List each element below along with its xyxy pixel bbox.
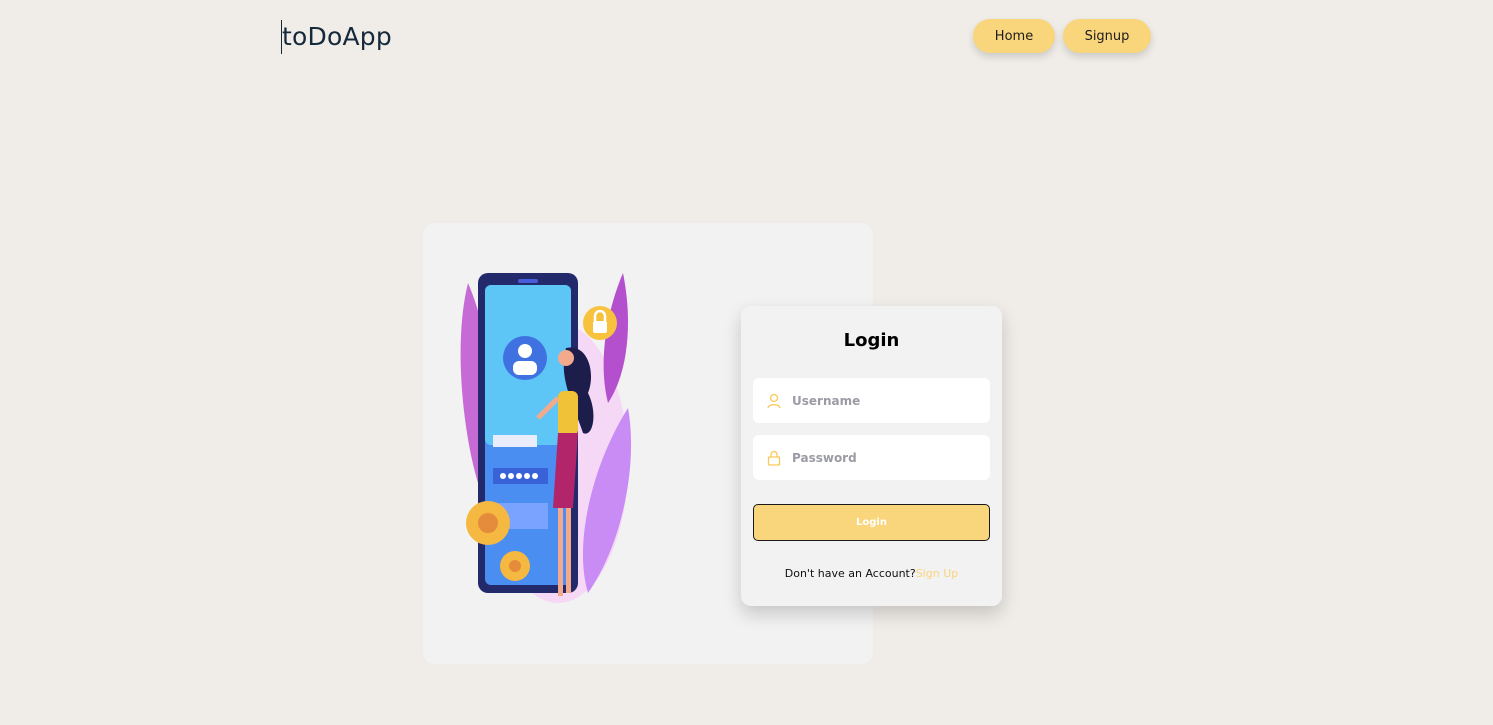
- signup-nav-button[interactable]: Signup: [1063, 19, 1151, 53]
- no-account-text: Don't have an Account?: [784, 567, 916, 580]
- login-illustration: [460, 273, 632, 603]
- login-form: Login Login Don't have an Account?Sign U…: [741, 306, 1002, 606]
- top-nav: Home Signup: [973, 19, 1151, 53]
- app-logo[interactable]: toDoApp: [281, 20, 392, 54]
- login-title: Login: [843, 330, 900, 351]
- signup-prompt: Don't have an Account?Sign Up: [741, 567, 1002, 580]
- login-button[interactable]: Login: [753, 504, 990, 541]
- signup-link[interactable]: Sign Up: [916, 567, 959, 580]
- password-input[interactable]: [790, 449, 984, 466]
- username-field[interactable]: [753, 378, 990, 423]
- lock-icon: [766, 449, 782, 467]
- username-input[interactable]: [790, 392, 984, 409]
- user-icon: [766, 392, 782, 410]
- home-button[interactable]: Home: [973, 19, 1055, 53]
- password-field[interactable]: [753, 435, 990, 480]
